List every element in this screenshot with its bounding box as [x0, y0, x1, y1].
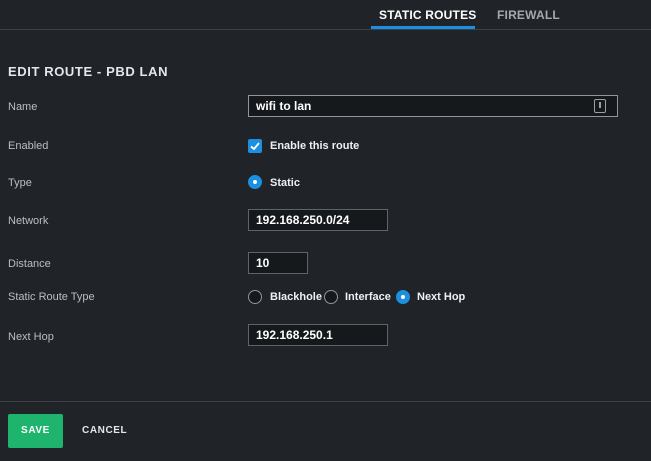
save-button[interactable]: SAVE [8, 414, 63, 448]
next-hop-option-label[interactable]: Next Hop [417, 291, 465, 303]
footer-divider [0, 401, 651, 402]
network-label: Network [8, 215, 49, 227]
enable-route-checkbox[interactable] [248, 139, 262, 153]
blackhole-radio[interactable] [248, 290, 262, 304]
tab-firewall[interactable]: FIREWALL [497, 8, 560, 22]
enable-route-label[interactable]: Enable this route [270, 140, 359, 152]
network-input[interactable] [248, 209, 388, 231]
tab-bar: STATIC ROUTES FIREWALL [0, 0, 651, 30]
check-icon [250, 142, 260, 151]
interface-radio[interactable] [324, 290, 338, 304]
next-hop-label: Next Hop [8, 331, 54, 343]
tab-static-routes[interactable]: STATIC ROUTES [379, 8, 477, 22]
enabled-label: Enabled [8, 140, 49, 152]
distance-label: Distance [8, 258, 51, 270]
distance-input[interactable] [248, 252, 308, 274]
active-tab-indicator [371, 26, 475, 29]
next-hop-radio[interactable] [396, 290, 410, 304]
type-label: Type [8, 177, 32, 189]
blackhole-label[interactable]: Blackhole [270, 291, 322, 303]
form-title: EDIT ROUTE - PBD LAN [8, 64, 169, 79]
interface-label[interactable]: Interface [345, 291, 391, 303]
contact-card-icon[interactable] [594, 99, 606, 113]
cancel-button[interactable]: CANCEL [82, 414, 127, 448]
type-static-radio[interactable] [248, 175, 262, 189]
name-label: Name [8, 101, 38, 113]
static-route-type-label: Static Route Type [8, 291, 95, 303]
name-input[interactable] [248, 95, 618, 117]
type-static-label[interactable]: Static [270, 177, 300, 189]
next-hop-input[interactable] [248, 324, 388, 346]
